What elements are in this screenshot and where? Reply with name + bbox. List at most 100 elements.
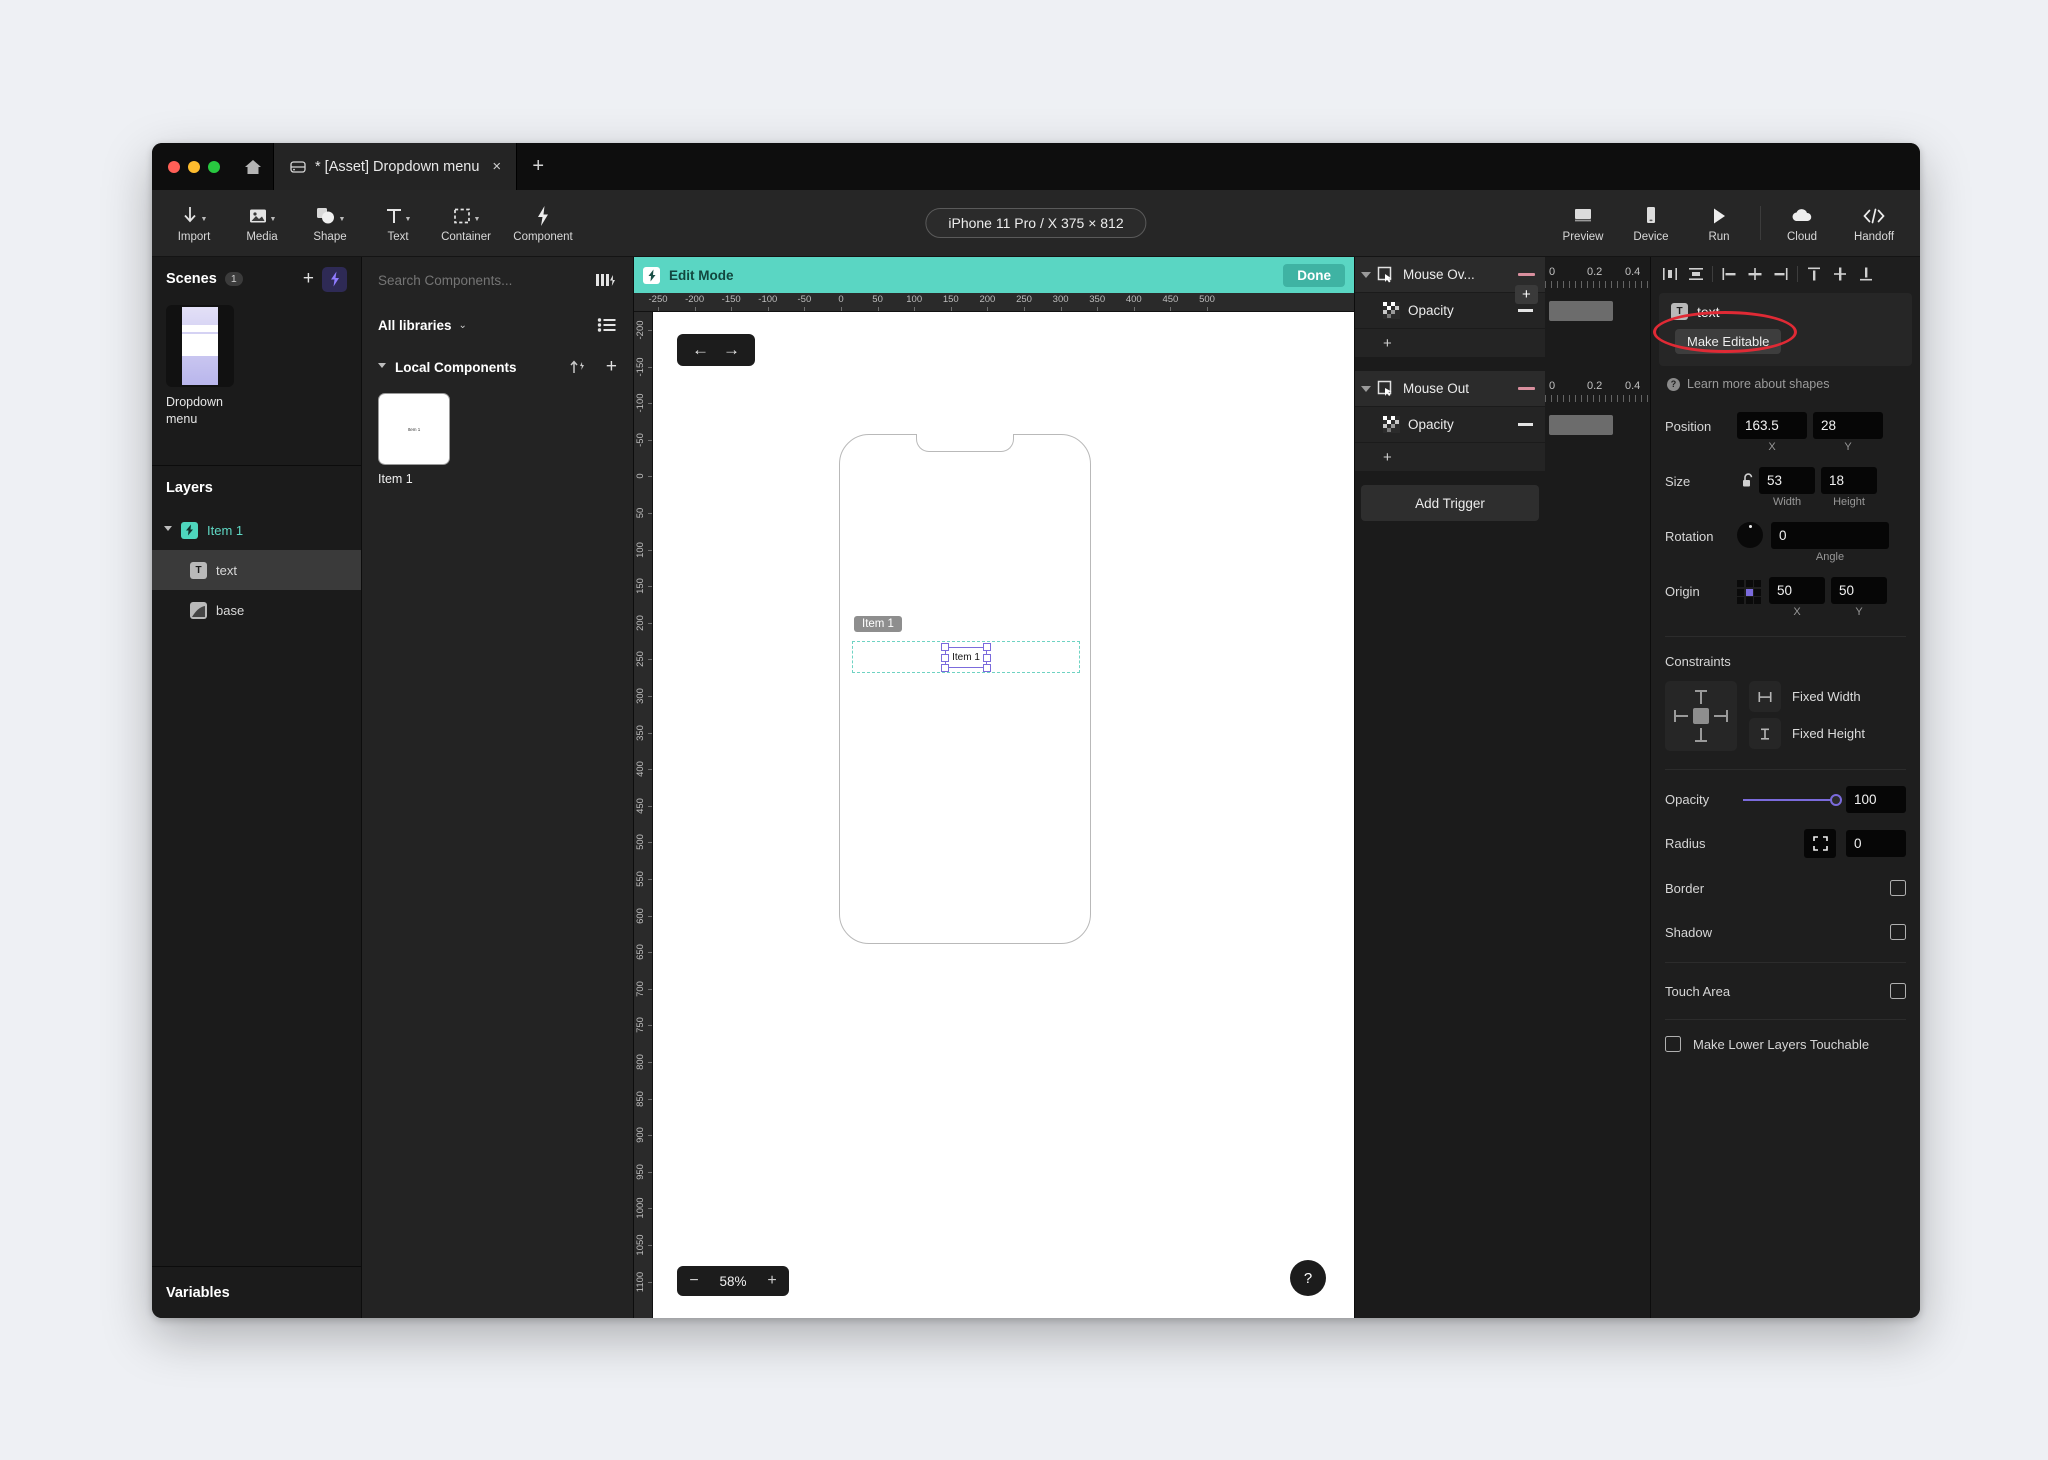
align-top-icon[interactable] xyxy=(1801,261,1827,287)
resize-handle-top-right[interactable] xyxy=(983,643,991,651)
nav-forward-button[interactable]: → xyxy=(718,340,745,360)
size-width-input[interactable]: 53 xyxy=(1759,467,1815,494)
align-bottom-icon[interactable] xyxy=(1853,261,1879,287)
resize-handle-top-left[interactable] xyxy=(941,643,949,651)
position-y-input[interactable]: 28 xyxy=(1813,412,1883,439)
timeline-keyframe-bar[interactable] xyxy=(1549,415,1613,435)
resize-handle-middle-left[interactable] xyxy=(941,653,949,662)
origin-selector-grid[interactable] xyxy=(1737,580,1761,604)
zoom-out-button[interactable]: − xyxy=(681,1272,707,1290)
sort-icon[interactable] xyxy=(569,359,587,375)
add-property-button[interactable]: + xyxy=(1355,329,1545,357)
origin-cell[interactable] xyxy=(1754,588,1761,596)
chevron-down-icon[interactable] xyxy=(164,525,172,535)
make-lower-layers-checkbox[interactable] xyxy=(1665,1036,1681,1052)
origin-cell[interactable] xyxy=(1745,580,1753,587)
toolbar-preview-button[interactable]: Preview xyxy=(1549,204,1617,243)
toolbar-text-button[interactable]: ▼ Text xyxy=(364,204,432,243)
container-selection-outline[interactable]: Item 1 xyxy=(852,641,1080,673)
layer-row-item-1[interactable]: Item 1 xyxy=(152,510,361,550)
fixed-height-toggle[interactable]: Fixed Height xyxy=(1749,718,1865,749)
minimize-window-button[interactable] xyxy=(188,160,200,173)
origin-cell[interactable] xyxy=(1737,580,1744,587)
fixed-width-toggle[interactable]: Fixed Width xyxy=(1749,681,1865,712)
resize-handle-middle-right[interactable] xyxy=(983,653,991,662)
radius-corners-icon[interactable] xyxy=(1804,829,1836,858)
device-selector[interactable]: iPhone 11 Pro / X 375 × 812 xyxy=(925,208,1147,238)
origin-x-input[interactable]: 50 xyxy=(1769,577,1825,604)
trigger-timeline[interactable]: 0 0.2 0.4 xyxy=(1545,257,1650,357)
chevron-down-icon[interactable] xyxy=(1361,271,1371,278)
touch-area-row[interactable]: Touch Area xyxy=(1651,963,1920,1019)
border-row[interactable]: Border xyxy=(1651,866,1920,910)
toolbar-handoff-button[interactable]: Handoff xyxy=(1836,204,1912,243)
make-editable-button[interactable]: Make Editable xyxy=(1675,329,1782,354)
trigger-timeline[interactable]: 0 0.2 0.4 xyxy=(1545,371,1650,471)
add-scene-button[interactable]: + xyxy=(303,268,314,290)
resize-handle-bottom-left[interactable] xyxy=(941,664,949,672)
constraints-anchor-box[interactable] xyxy=(1665,681,1737,751)
toolbar-run-button[interactable]: Run xyxy=(1685,204,1753,243)
text-layer-selection[interactable]: Item 1 xyxy=(941,643,991,672)
rotation-angle-input[interactable]: 0 xyxy=(1771,522,1889,549)
toolbar-container-button[interactable]: ▼ Container xyxy=(432,204,500,243)
shadow-checkbox[interactable] xyxy=(1890,924,1906,940)
timeline-keyframe-bar[interactable] xyxy=(1549,301,1613,321)
home-button[interactable] xyxy=(233,143,273,190)
origin-cell[interactable] xyxy=(1754,580,1761,587)
local-components-section[interactable]: Local Components + xyxy=(362,347,633,387)
new-tab-button[interactable]: + xyxy=(517,143,559,190)
trigger-property-row[interactable]: Opacity xyxy=(1355,407,1545,443)
size-height-input[interactable]: 18 xyxy=(1821,467,1877,494)
aspect-lock-icon[interactable] xyxy=(1737,467,1759,489)
origin-cell[interactable] xyxy=(1737,597,1744,604)
add-trigger-inline-button[interactable]: + xyxy=(1515,285,1538,304)
document-tab[interactable]: * [Asset] Dropdown menu × xyxy=(273,143,518,190)
add-component-button[interactable]: + xyxy=(606,356,617,378)
align-left-icon[interactable] xyxy=(1716,261,1742,287)
add-trigger-button[interactable]: Add Trigger xyxy=(1361,485,1539,521)
origin-cell[interactable] xyxy=(1737,588,1744,596)
distribute-vertical-icon[interactable] xyxy=(1683,261,1709,287)
close-window-button[interactable] xyxy=(168,160,180,173)
library-toggle-icon[interactable] xyxy=(595,271,617,289)
scene-item[interactable]: Dropdown menu xyxy=(152,305,361,428)
close-tab-button[interactable]: × xyxy=(492,159,501,174)
layer-row-text[interactable]: T text xyxy=(152,550,361,590)
resize-handle-bottom-right[interactable] xyxy=(983,664,991,672)
edit-mode-done-button[interactable]: Done xyxy=(1283,263,1345,287)
origin-cell[interactable] xyxy=(1754,597,1761,604)
component-item[interactable]: Item 1 Item 1 xyxy=(378,393,450,486)
nav-back-button[interactable]: ← xyxy=(687,340,714,360)
opacity-slider-knob[interactable] xyxy=(1830,793,1842,806)
toolbar-device-button[interactable]: Device xyxy=(1617,204,1685,243)
border-checkbox[interactable] xyxy=(1890,880,1906,896)
origin-cell[interactable] xyxy=(1745,597,1753,604)
radius-input[interactable]: 0 xyxy=(1846,830,1906,857)
align-middle-vertical-icon[interactable] xyxy=(1827,261,1853,287)
zoom-in-button[interactable]: + xyxy=(759,1272,785,1290)
opacity-slider[interactable] xyxy=(1743,793,1842,806)
align-center-horizontal-icon[interactable] xyxy=(1742,261,1768,287)
make-lower-layers-row[interactable]: Make Lower Layers Touchable xyxy=(1651,1020,1920,1068)
canvas-stage[interactable]: ← → Item 1 Item 1 − 58% + ? xyxy=(653,312,1354,1318)
shadow-row[interactable]: Shadow xyxy=(1651,910,1920,954)
search-components-input[interactable] xyxy=(378,272,587,288)
align-horizontal-center-icon[interactable] xyxy=(1657,261,1683,287)
chevron-down-icon[interactable] xyxy=(1361,385,1371,392)
constraint-left-arm[interactable] xyxy=(1674,715,1688,717)
position-x-input[interactable]: 163.5 xyxy=(1737,412,1807,439)
chevron-down-icon[interactable] xyxy=(378,362,386,372)
layer-row-base[interactable]: base xyxy=(152,590,361,630)
toolbar-shape-button[interactable]: ▼ Shape xyxy=(296,204,364,243)
list-view-icon[interactable] xyxy=(597,317,617,333)
origin-cell-selected[interactable] xyxy=(1745,588,1753,596)
toolbar-import-button[interactable]: ▼ Import xyxy=(160,204,228,243)
origin-y-input[interactable]: 50 xyxy=(1831,577,1887,604)
rotation-dial[interactable] xyxy=(1737,522,1763,548)
align-right-icon[interactable] xyxy=(1768,261,1794,287)
learn-more-link[interactable]: ? Learn more about shapes xyxy=(1651,366,1920,395)
maximize-window-button[interactable] xyxy=(208,160,220,173)
variables-section[interactable]: Variables xyxy=(152,1266,361,1318)
libraries-selector[interactable]: All libraries ⌄ xyxy=(362,303,633,347)
